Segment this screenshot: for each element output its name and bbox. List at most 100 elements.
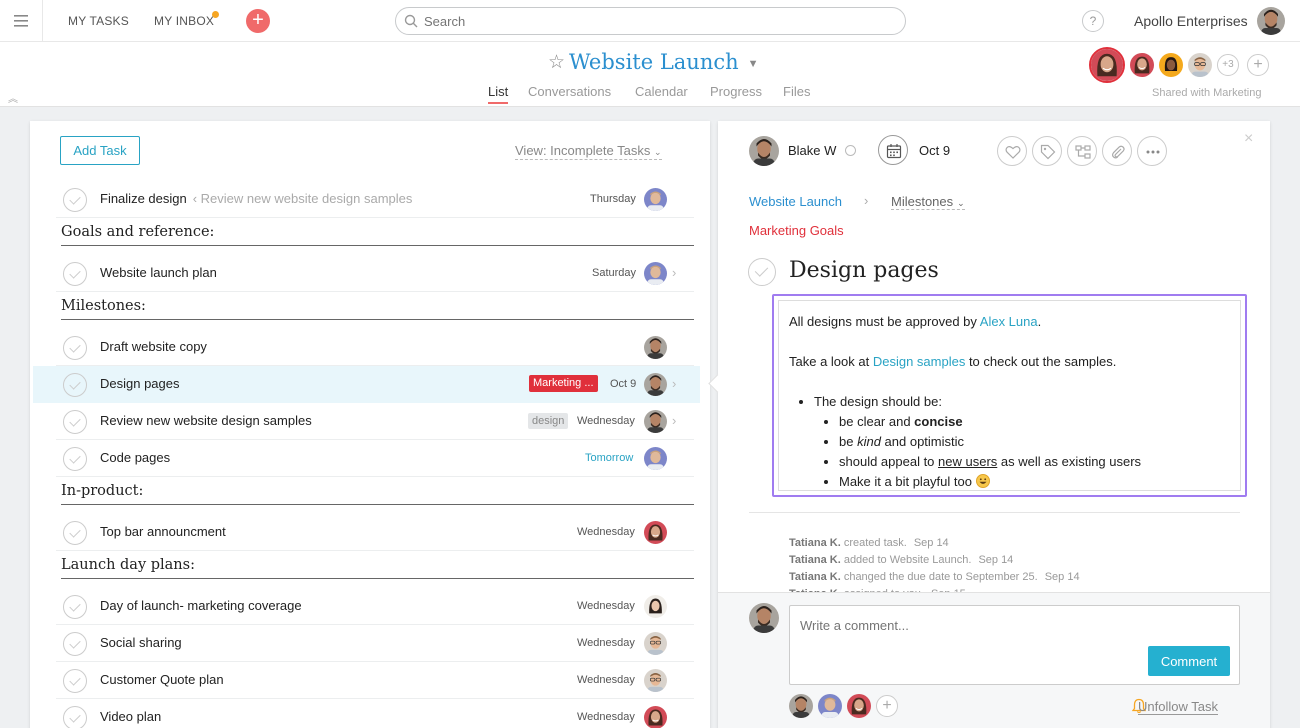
comment-button[interactable]: Comment [1148,646,1230,676]
assignee-avatar[interactable] [644,188,667,211]
member-avatar[interactable] [1188,53,1212,77]
assignee-avatar[interactable] [644,447,667,470]
description-editor[interactable]: All designs must be approved by Alex Lun… [772,294,1247,497]
tab-list[interactable]: List [488,84,509,104]
activity-item: Tatiana K. changed the due date to Septe… [789,571,1080,583]
task-link[interactable]: Design samples [873,354,966,369]
section-header[interactable]: Goals and reference: [61,220,694,246]
add-follower-button[interactable]: + [876,695,898,717]
task-title[interactable]: Design pages [789,258,939,283]
task-row[interactable]: Top bar announcment Wednesday [56,514,694,551]
task-tag[interactable]: Marketing Goals [749,223,844,238]
check-icon[interactable] [63,188,87,212]
add-member-button[interactable]: + [1247,54,1269,76]
star-icon[interactable]: ☆ [548,51,565,74]
follower-avatar[interactable] [818,694,842,718]
quick-add-button[interactable]: + [246,9,270,33]
task-due-date: Wednesday [577,415,635,427]
more-icon [1146,150,1160,154]
help-button[interactable]: ? [1082,10,1104,32]
description-content[interactable]: All designs must be approved by Alex Lun… [778,300,1241,491]
tag-button[interactable] [1032,136,1062,166]
heart-icon [1005,146,1021,159]
task-row[interactable]: Day of launch- marketing coverage Wednes… [56,588,694,625]
follower-avatar[interactable] [789,694,813,718]
check-icon[interactable] [63,632,87,656]
assignee-avatar[interactable] [644,706,667,728]
search-box [395,7,906,35]
task-row[interactable]: Draft website copy [56,329,694,366]
breadcrumb-project[interactable]: Website Launch [749,194,842,209]
tag-badge[interactable]: design [528,413,569,429]
project-title[interactable]: Website Launch [569,50,739,74]
follower-avatar[interactable] [847,694,871,718]
member-avatar[interactable] [1130,53,1154,77]
organization-name[interactable]: Apollo Enterprises [1134,13,1248,29]
section-header[interactable]: Milestones: [61,294,694,320]
member-avatar[interactable] [1089,47,1125,83]
menu-button[interactable] [0,0,43,42]
add-task-button[interactable]: Add Task [60,136,140,165]
assignee-avatar[interactable] [644,336,667,359]
assignee-name[interactable]: Blake W [788,143,836,158]
task-row[interactable]: Customer Quote plan Wednesday [56,662,694,699]
task-row-selected[interactable]: Design pages Marketing ... Oct 9 › [33,366,700,403]
nav-my-inbox[interactable]: MY INBOX [154,14,214,28]
assignee-avatar[interactable] [644,595,667,618]
assignee-avatar[interactable] [749,136,779,166]
check-icon[interactable] [63,410,87,434]
user-avatar[interactable] [1257,7,1285,35]
more-button[interactable] [1137,136,1167,166]
tag-badge[interactable]: Marketing ... [529,375,598,392]
tab-calendar[interactable]: Calendar [635,84,688,99]
check-icon[interactable] [63,336,87,360]
collapse-icon[interactable]: ︽ [8,90,18,105]
close-icon[interactable]: × [1244,130,1253,148]
section-header[interactable]: Launch day plans: [61,553,694,579]
tab-files[interactable]: Files [783,84,810,99]
due-date[interactable]: Oct 9 [919,143,950,158]
check-icon[interactable] [63,706,87,728]
search-input[interactable] [424,12,894,30]
more-members-badge[interactable]: +3 [1217,54,1239,76]
subtasks-button[interactable] [1067,136,1097,166]
task-row[interactable]: Finalize design ‹ Review new website desi… [56,181,694,218]
check-icon[interactable] [63,669,87,693]
task-row[interactable]: Website launch plan Saturday › [56,255,694,292]
task-row[interactable]: Code pages Tomorrow [56,440,694,477]
tab-progress[interactable]: Progress [710,84,762,99]
search-icon [404,14,418,28]
check-icon[interactable] [63,373,87,397]
task-due-date: Wednesday [577,711,635,723]
breadcrumb-section[interactable]: Milestones ⌄ [891,194,965,210]
assignee-avatar[interactable] [644,632,667,655]
view-filter-dropdown[interactable]: View: Incomplete Tasks ⌄ [515,143,662,160]
check-icon[interactable] [63,521,87,545]
chevron-down-icon[interactable]: ▼ [748,58,759,70]
attach-button[interactable] [1102,136,1132,166]
mention-link[interactable]: Alex Luna [980,314,1038,329]
task-row[interactable]: Review new website design samples design… [56,403,694,440]
task-list-panel: Add Task View: Incomplete Tasks ⌄ Finali… [30,121,710,728]
check-icon[interactable] [63,447,87,471]
task-row[interactable]: Social sharing Wednesday [56,625,694,662]
tag-icon [1040,144,1056,160]
like-button[interactable] [997,136,1027,166]
calendar-icon[interactable] [878,135,908,165]
assignee-avatar[interactable] [644,410,667,433]
assignee-avatar[interactable] [644,262,667,285]
member-avatar[interactable] [1159,53,1183,77]
assignee-avatar[interactable] [644,373,667,396]
assignee-avatar[interactable] [644,669,667,692]
task-parent[interactable]: ‹ Review new website design samples [193,191,413,206]
nav-my-tasks[interactable]: MY TASKS [68,14,129,28]
unfollow-task-link[interactable]: Unfollow Task [1138,699,1218,715]
check-icon[interactable] [63,262,87,286]
task-row[interactable]: Video plan Wednesday [56,699,694,728]
complete-check-icon[interactable] [748,258,776,286]
chevron-right-icon: › [672,413,677,428]
check-icon[interactable] [63,595,87,619]
tab-conversations[interactable]: Conversations [528,84,611,99]
section-header[interactable]: In-product: [61,479,694,505]
assignee-avatar[interactable] [644,521,667,544]
